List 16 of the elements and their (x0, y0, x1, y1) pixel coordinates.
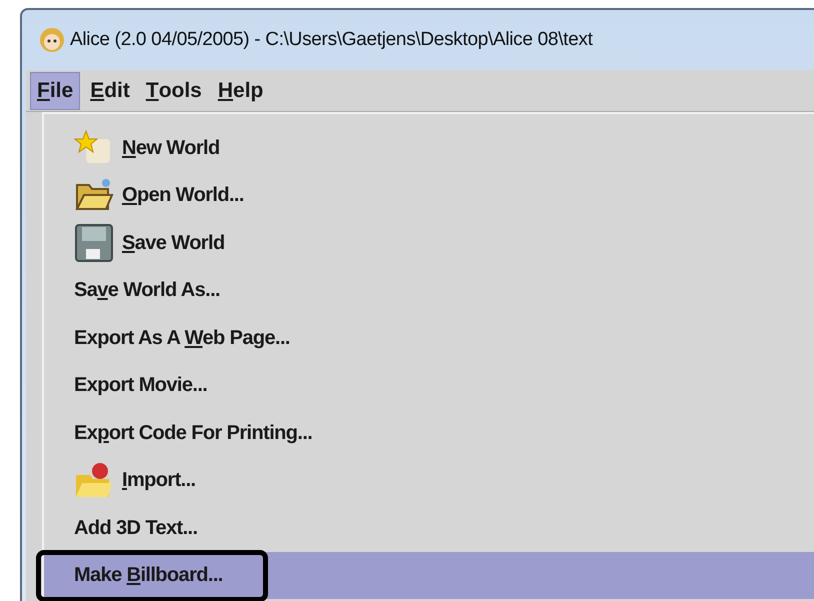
menu-item[interactable]: Export Code For Printing... (44, 409, 814, 456)
menu-item[interactable]: Export Movie... (44, 362, 814, 409)
menu-item[interactable]: Export As A Web Page... (44, 314, 814, 362)
menu-item[interactable]: Add 3D Text... (44, 504, 814, 552)
window-title: Alice (2.0 04/05/2005) - C:\Users\Gaetjens\Desktop\Alice 08\text (70, 28, 593, 52)
menu-title[interactable]: Help (212, 72, 270, 110)
menu-item[interactable]: Save World As... (44, 266, 814, 314)
menu-item[interactable]: Save World (44, 219, 814, 266)
folder-with-ball-icon (74, 461, 114, 500)
menu-item[interactable]: Import... (44, 456, 814, 504)
menu-item[interactable]: New World (44, 124, 814, 172)
menu-title[interactable]: File (30, 72, 80, 110)
menu-title[interactable]: Tools (140, 72, 208, 110)
girl-face-icon (38, 26, 66, 54)
menu-title[interactable]: Edit (84, 72, 136, 110)
menu-item[interactable]: Open World... (44, 172, 814, 219)
